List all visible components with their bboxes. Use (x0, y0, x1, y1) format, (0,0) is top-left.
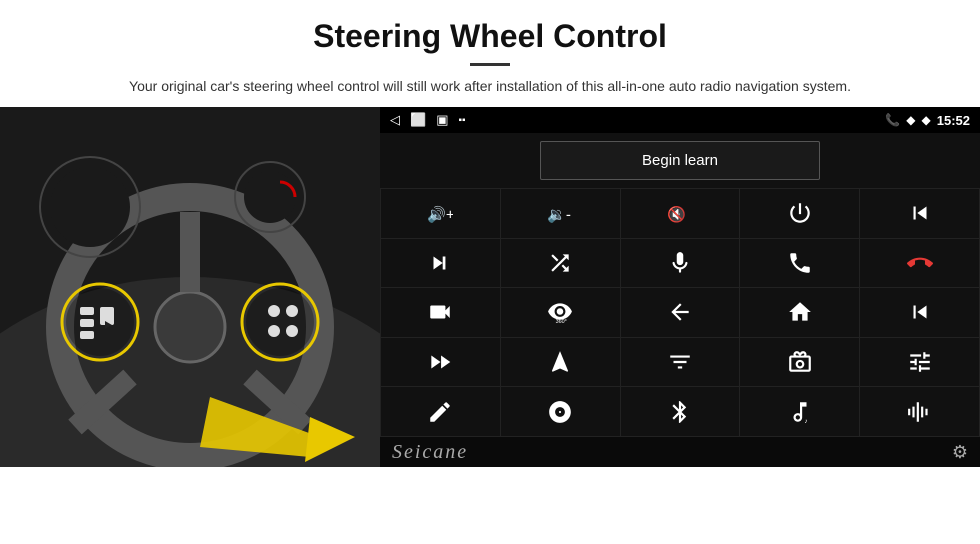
phone-status-icon: 📞 (885, 113, 900, 127)
status-bar: ◁ ⬜ ▣ ▪▪ 📞 ◆ ◆ 15:52 (380, 107, 980, 133)
hang-up-button[interactable] (860, 239, 979, 288)
clock-display: 15:52 (937, 113, 970, 128)
content-area: ◁ ⬜ ▣ ▪▪ 📞 ◆ ◆ 15:52 Begin learn 🔊+ 🔉 (0, 107, 980, 467)
begin-learn-button[interactable]: Begin learn (540, 141, 820, 180)
home-nav-icon[interactable]: ⬜ (410, 112, 426, 128)
back-nav-icon[interactable]: ◁ (390, 112, 400, 128)
begin-learn-row: Begin learn (380, 133, 980, 188)
music-button[interactable]: ♪ (740, 387, 859, 436)
waveform-button[interactable] (860, 387, 979, 436)
mute-button[interactable]: 🔇 (621, 189, 740, 238)
skip-back-button[interactable] (860, 288, 979, 337)
brand-name: Seicane (392, 441, 468, 464)
wifi-status-icon: ◆ (922, 113, 931, 127)
next-track-button[interactable] (381, 239, 500, 288)
bottom-bar: Seicane ⚙ (380, 437, 980, 467)
svg-text:🔊+: 🔊+ (427, 205, 453, 224)
power-button[interactable] (740, 189, 859, 238)
svg-text:🔇: 🔇 (667, 206, 686, 224)
title-divider (470, 63, 510, 66)
vol-up-button[interactable]: 🔊+ (381, 189, 500, 238)
recents-nav-icon[interactable]: ▣ (436, 112, 448, 128)
vol-down-button[interactable]: 🔉- (501, 189, 620, 238)
shuffle-button[interactable] (501, 239, 620, 288)
page-description: Your original car's steering wheel contr… (60, 76, 920, 97)
radio-button[interactable] (740, 338, 859, 387)
status-right-icons: 📞 ◆ ◆ 15:52 (885, 113, 970, 128)
status-nav-icons: ◁ ⬜ ▣ ▪▪ (390, 112, 466, 128)
page-header: Steering Wheel Control Your original car… (0, 0, 980, 107)
page-title: Steering Wheel Control (60, 18, 920, 55)
phone-button[interactable] (740, 239, 859, 288)
360-view-button[interactable]: 360° (501, 288, 620, 337)
navigate-button[interactable] (501, 338, 620, 387)
mic-button[interactable] (621, 239, 740, 288)
settings-sliders-button[interactable] (860, 338, 979, 387)
svg-text:🔉-: 🔉- (547, 207, 571, 224)
prev-track-button[interactable] (860, 189, 979, 238)
fast-forward-button[interactable] (381, 338, 500, 387)
svg-text:360°: 360° (556, 319, 567, 325)
home-nav-button[interactable] (740, 288, 859, 337)
bluetooth-button[interactable] (621, 387, 740, 436)
car-image (0, 107, 380, 467)
control-buttons-grid: 🔊+ 🔉- 🔇 (380, 188, 980, 437)
location-status-icon: ◆ (906, 113, 915, 127)
camera-button[interactable] (381, 288, 500, 337)
svg-text:♪: ♪ (804, 418, 807, 425)
equalizer-button[interactable] (621, 338, 740, 387)
gear-icon[interactable]: ⚙ (952, 442, 968, 463)
android-unit-panel: ◁ ⬜ ▣ ▪▪ 📞 ◆ ◆ 15:52 Begin learn 🔊+ 🔉 (380, 107, 980, 467)
signal-icon: ▪▪ (458, 115, 465, 126)
disc-button[interactable] (501, 387, 620, 436)
pen-button[interactable] (381, 387, 500, 436)
back-nav-button[interactable] (621, 288, 740, 337)
